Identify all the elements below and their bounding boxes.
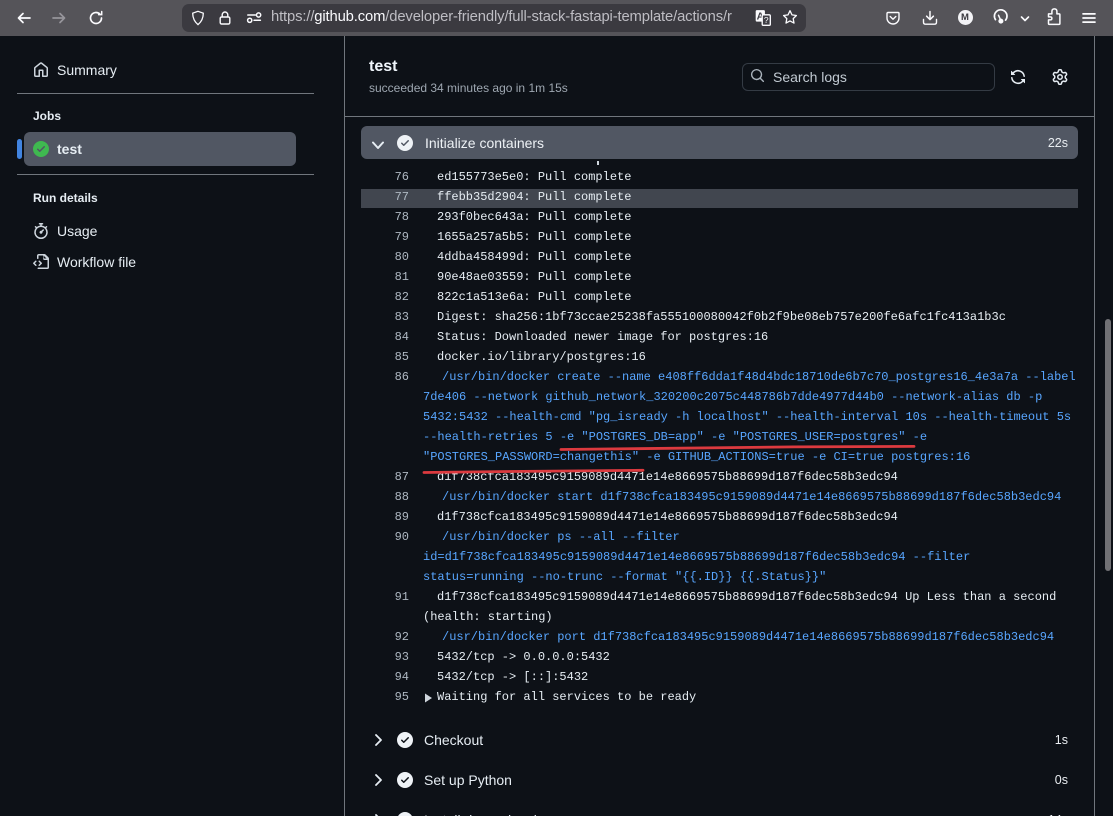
svg-text:?: ? xyxy=(764,15,769,25)
